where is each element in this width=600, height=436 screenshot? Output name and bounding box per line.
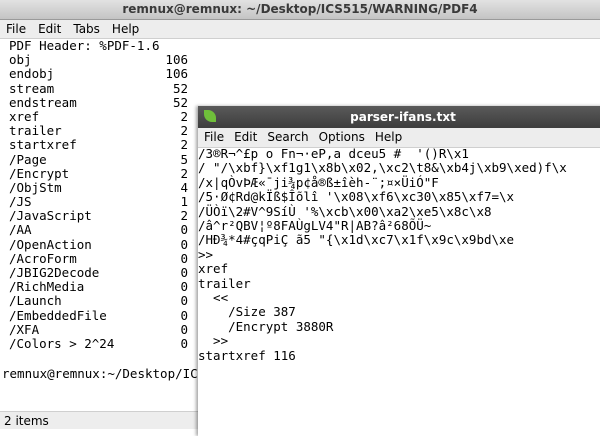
text-line: /Encrypt 3880R — [198, 318, 334, 334]
menu-file[interactable]: File — [6, 20, 26, 38]
row-value: 2 — [180, 165, 188, 181]
window-titlebar: remnux@remnux: ~/Desktop/ICS515/WARNING/… — [0, 0, 600, 20]
text-line: /3®R¬^£p o Fn¬·eP,a dceu5 # '()R\x1 — [198, 147, 469, 161]
row-value: 2 — [180, 137, 188, 153]
row-value: 52 — [172, 94, 188, 110]
text-line: /5·Ø¢Rd@kÏß$Îõlî '\x08\xf6\xc30\x85\xf7=… — [198, 189, 515, 205]
text-line: /Size 387 — [198, 304, 296, 320]
row-value: 0 — [180, 279, 188, 295]
editor-title: parser-ifans.txt — [350, 110, 456, 124]
text-line: / "/\xbf}\xf1g1\x8b\x02,\xc2\t8&\xb4j\xb… — [198, 160, 567, 176]
text-line: >> — [198, 333, 229, 349]
window-title: remnux@remnux: ~/Desktop/ICS515/WARNING/… — [122, 2, 478, 16]
row-key: /Launch — [9, 293, 62, 309]
row-key: stream — [9, 80, 55, 96]
row-key: /RichMedia — [9, 279, 85, 295]
row-key: /OpenAction — [9, 236, 92, 252]
row-key: /EmbeddedFile — [9, 307, 107, 323]
row-value: 2 — [180, 108, 188, 124]
row-key: /AcroForm — [9, 250, 77, 266]
row-value: 0 — [180, 335, 188, 351]
text-line: xref — [198, 261, 229, 277]
editor-titlebar[interactable]: parser-ifans.txt — [198, 106, 600, 128]
row-key: endobj — [9, 66, 55, 82]
row-value: 0 — [180, 250, 188, 266]
editor-menu-help[interactable]: Help — [375, 128, 402, 147]
row-value: 106 — [165, 52, 188, 68]
text-line: << — [198, 290, 229, 306]
row-value: 4 — [180, 179, 188, 195]
editor-window[interactable]: parser-ifans.txt File Edit Search Options He… — [198, 106, 600, 436]
row-value: 0 — [180, 321, 188, 337]
row-value: 2 — [180, 208, 188, 224]
row-value: 0 — [180, 293, 188, 309]
editor-menu-bar: File Edit Search Options Help — [198, 128, 600, 148]
row-value: 0 — [180, 307, 188, 323]
row-value: 1 — [180, 194, 188, 210]
text-line: /â^r²QBV¦º8FAÙgLV4"R|AB?â²68ÕÜ~ — [198, 218, 432, 234]
row-value: 0 — [180, 265, 188, 280]
text-line: trailer — [198, 275, 251, 291]
pdf-header-line: PDF Header: %PDF-1.6 — [9, 38, 160, 53]
terminal-output[interactable]: PDF Header: %PDF-1.6 obj 106 endobj 106 st… — [0, 38, 198, 411]
editor-menu-search[interactable]: Search — [267, 128, 308, 147]
row-key: /JBIG2Decode — [9, 265, 100, 280]
row-key: /ObjStm — [9, 179, 62, 195]
text-line: /HÐ¾*4#çqPiÇ ã5 "{\x1d\xc7\x1f\x9c\x9bd\… — [198, 232, 515, 248]
row-key: /Encrypt — [9, 165, 70, 181]
text-line: startxref 116 — [198, 347, 296, 363]
editor-text[interactable]: /3®R¬^£p o Fn¬·eP,a dceu5 # '()R\x1 / "/… — [198, 147, 600, 436]
row-key: endstream — [9, 94, 77, 110]
row-value: 2 — [180, 123, 188, 139]
row-key: /JavaScript — [9, 208, 92, 224]
menu-edit[interactable]: Edit — [38, 20, 61, 38]
row-key: /AA — [9, 222, 32, 238]
row-key: /Page — [9, 151, 47, 167]
menu-tabs[interactable]: Tabs — [73, 20, 100, 38]
editor-menu-file[interactable]: File — [204, 128, 224, 147]
row-key: /XFA — [9, 321, 40, 337]
row-key: /JS — [9, 194, 32, 210]
editor-menu-edit[interactable]: Edit — [234, 128, 257, 147]
row-value: 0 — [180, 236, 188, 252]
shell-prompt[interactable]: remnux@remnux:~/Desktop/ICS — [2, 366, 205, 381]
text-line: /ÜÒï\2#V^9SíÙ '%\xcb\x00\xa2\xe5\x8c\x8 — [198, 203, 492, 219]
row-key: startxref — [9, 137, 77, 153]
row-value: 5 — [180, 151, 188, 167]
status-text: 2 items — [4, 414, 49, 428]
row-key: trailer — [9, 123, 62, 139]
row-value: 0 — [180, 222, 188, 238]
row-key: obj — [9, 52, 32, 68]
row-key: /Colors > 2^24 — [9, 335, 115, 351]
row-value: 52 — [172, 80, 188, 96]
text-line: >> — [198, 246, 214, 262]
menu-bar: File Edit Tabs Help — [0, 20, 600, 39]
menu-help[interactable]: Help — [112, 20, 139, 38]
row-value: 106 — [165, 66, 188, 82]
text-line: /x|qÒvÞÆ«¯ji¾p¢å®ß±îèh-¨;¤×ÜiÓ"F — [198, 174, 439, 190]
row-key: xref — [9, 108, 40, 124]
editor-menu-options[interactable]: Options — [319, 128, 365, 147]
